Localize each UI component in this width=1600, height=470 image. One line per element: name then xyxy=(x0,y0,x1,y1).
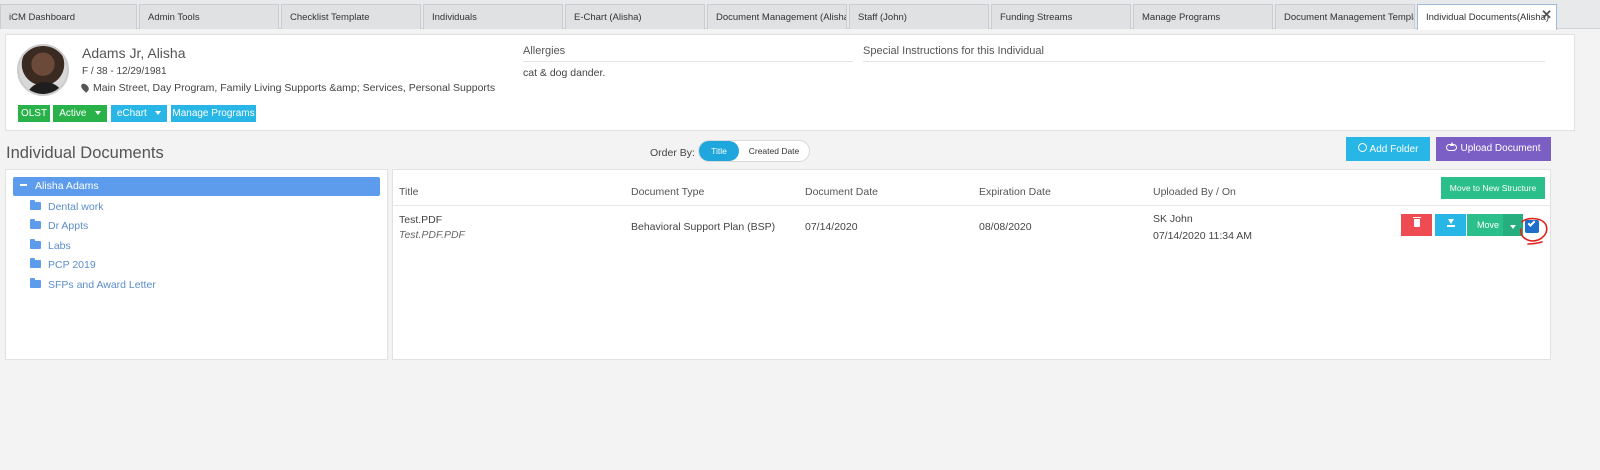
tab-label: Checklist Template xyxy=(290,12,370,23)
folder-icon xyxy=(30,258,41,268)
documents-table: Title Document Type Document Date Expira… xyxy=(392,169,1551,360)
order-by-toggle[interactable]: Title Created Date xyxy=(698,140,810,162)
page-title: Individual Documents xyxy=(6,144,164,162)
column-header-expiration-date[interactable]: Expiration Date xyxy=(979,186,1051,198)
caret-down-icon xyxy=(155,111,162,115)
annotation-circle xyxy=(1520,217,1548,245)
status-label: Active xyxy=(59,108,87,119)
tab-label: Document Management Template xyxy=(1284,12,1415,23)
individual-location: Main Street, Day Program, Family Living … xyxy=(79,82,496,94)
move-to-new-structure-button[interactable]: Move to New Structure xyxy=(1441,177,1545,199)
document-title[interactable]: Test.PDF xyxy=(399,214,442,226)
tab-label: Individuals xyxy=(432,12,477,23)
tab-echart-alisha[interactable]: E-Chart (Alisha) xyxy=(565,4,705,29)
table-divider xyxy=(393,205,1550,206)
column-header-title[interactable]: Title xyxy=(399,186,418,198)
add-folder-button[interactable]: Add Folder xyxy=(1346,137,1430,161)
tab-funding-streams[interactable]: Funding Streams xyxy=(991,4,1131,29)
individual-demographics: F / 38 - 12/29/1981 xyxy=(82,66,167,77)
folder-icon xyxy=(30,278,41,288)
tab-label: Manage Programs xyxy=(1142,12,1221,23)
folder-label: SFPs and Award Letter xyxy=(48,279,156,291)
plus-circle-icon xyxy=(1357,143,1367,152)
tab-individual-documents-alisha[interactable]: Individual Documents(Alisha) ✕ xyxy=(1417,4,1557,30)
document-type: Behavioral Support Plan (BSP) xyxy=(631,221,776,233)
tab-label: Individual Documents(Alisha) xyxy=(1426,12,1550,23)
trash-icon xyxy=(1412,217,1421,227)
echart-label: eChart xyxy=(116,108,147,119)
add-folder-label: Add Folder xyxy=(1369,144,1419,155)
folder-label: Labs xyxy=(48,240,71,252)
upload-document-button[interactable]: Upload Document xyxy=(1436,137,1551,161)
folder-item[interactable]: SFPs and Award Letter xyxy=(30,278,156,291)
document-date: 07/14/2020 xyxy=(805,221,858,233)
tab-label: iCM Dashboard xyxy=(9,12,75,23)
collapse-icon[interactable] xyxy=(20,184,27,186)
tree-root-item[interactable]: Alisha Adams xyxy=(13,177,380,196)
allergies-heading: Allergies xyxy=(523,45,853,62)
tab-label: Admin Tools xyxy=(148,12,200,23)
close-icon[interactable]: ✕ xyxy=(1541,7,1552,23)
tree-root-label: Alisha Adams xyxy=(35,180,99,192)
folder-label: PCP 2019 xyxy=(48,259,96,271)
tab-label: Document Management (Alisha) xyxy=(716,12,847,23)
tab-bar: iCM Dashboard Admin Tools Checklist Temp… xyxy=(0,0,1600,30)
allergies-text: cat & dog dander. xyxy=(523,67,606,79)
folder-item[interactable]: Labs xyxy=(30,239,71,252)
folder-item[interactable]: PCP 2019 xyxy=(30,258,96,271)
individual-name: Adams Jr, Alisha xyxy=(82,45,186,61)
tab-icm-dashboard[interactable]: iCM Dashboard xyxy=(0,4,137,29)
download-button[interactable] xyxy=(1435,214,1466,236)
column-header-uploaded-by[interactable]: Uploaded By / On xyxy=(1153,186,1236,198)
avatar xyxy=(17,44,69,96)
uploaded-by: SK John xyxy=(1153,213,1193,225)
manage-programs-button[interactable]: Manage Programs xyxy=(171,105,256,122)
folder-item[interactable]: Dental work xyxy=(30,200,104,213)
location-text: Main Street, Day Program, Family Living … xyxy=(93,82,496,94)
tab-checklist-template[interactable]: Checklist Template xyxy=(281,4,421,29)
tab-individuals[interactable]: Individuals xyxy=(423,4,563,29)
tab-label: E-Chart (Alisha) xyxy=(574,12,642,23)
folder-icon xyxy=(30,200,41,210)
column-header-document-type[interactable]: Document Type xyxy=(631,186,704,198)
tab-document-management-template[interactable]: Document Management Template xyxy=(1275,4,1415,29)
tab-admin-tools[interactable]: Admin Tools xyxy=(139,4,279,29)
tab-label: Funding Streams xyxy=(1000,12,1073,23)
order-by-label: Order By: xyxy=(650,147,695,159)
folder-icon xyxy=(30,219,41,229)
olst-badge[interactable]: OLST xyxy=(18,105,50,122)
caret-down-icon xyxy=(94,111,101,115)
status-dropdown[interactable]: Active xyxy=(53,105,107,122)
tab-label: Staff (John) xyxy=(858,12,907,23)
folder-icon xyxy=(30,239,41,249)
individual-header: Adams Jr, Alisha F / 38 - 12/29/1981 Mai… xyxy=(5,34,1575,131)
special-instructions-heading: Special Instructions for this Individual xyxy=(863,45,1545,62)
tab-document-management-alisha[interactable]: Document Management (Alisha) xyxy=(707,4,847,29)
uploaded-on: 07/14/2020 11:34 AM xyxy=(1153,230,1253,242)
tab-staff-john[interactable]: Staff (John) xyxy=(849,4,989,29)
echart-dropdown[interactable]: eChart xyxy=(111,105,167,122)
expiration-date: 08/08/2020 xyxy=(979,221,1032,233)
delete-button[interactable] xyxy=(1401,214,1432,236)
folder-label: Dental work xyxy=(48,201,104,213)
move-label: Move xyxy=(1476,220,1499,230)
folder-item[interactable]: Dr Appts xyxy=(30,219,89,232)
folder-label: Dr Appts xyxy=(48,220,89,232)
column-header-document-date[interactable]: Document Date xyxy=(805,186,878,198)
cloud-upload-icon xyxy=(1446,142,1458,151)
tab-manage-programs[interactable]: Manage Programs xyxy=(1133,4,1273,29)
upload-document-label: Upload Document xyxy=(1460,143,1541,154)
folder-tree: Alisha Adams Dental work Dr Appts Labs P… xyxy=(5,169,388,360)
map-marker-icon xyxy=(79,82,91,93)
order-by-title-option[interactable]: Title xyxy=(699,141,739,161)
download-icon xyxy=(1446,219,1455,227)
document-filename: Test.PDF.PDF xyxy=(399,229,465,241)
order-by-created-date-option[interactable]: Created Date xyxy=(741,141,807,161)
